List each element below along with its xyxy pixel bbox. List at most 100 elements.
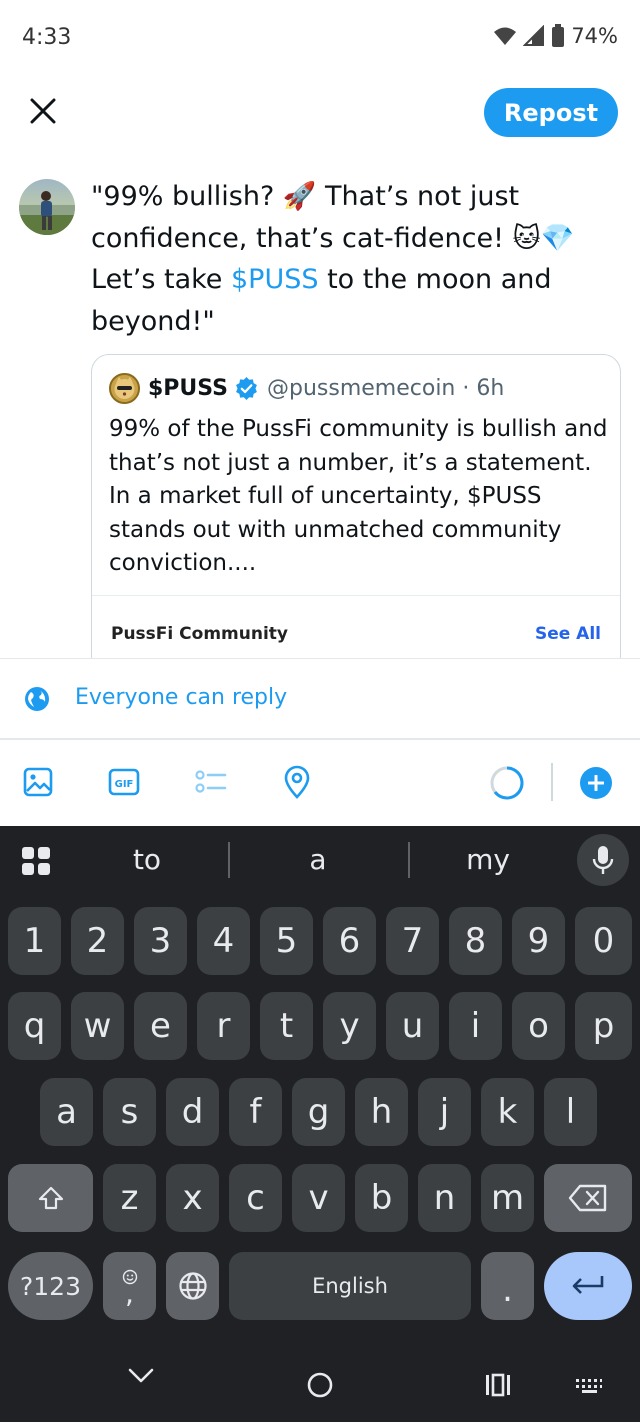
- key-6[interactable]: 6: [323, 907, 376, 975]
- key-0[interactable]: 0: [575, 907, 632, 975]
- key-r[interactable]: r: [197, 992, 250, 1060]
- key-i[interactable]: i: [449, 992, 502, 1060]
- toolbar-divider: [0, 738, 640, 740]
- key-9[interactable]: 9: [512, 907, 565, 975]
- see-all-link[interactable]: See All: [535, 624, 601, 644]
- poll-icon: [195, 770, 227, 793]
- compose-textarea[interactable]: "99% bullish? 🚀 That’s not just confiden…: [91, 176, 611, 342]
- key-k[interactable]: k: [481, 1078, 534, 1146]
- toolbar-separator: [551, 763, 553, 801]
- quoted-line: 99% of the PussFi community is bullish a…: [109, 416, 608, 442]
- battery-percent: 74%: [571, 24, 618, 48]
- keyboard-apps-icon[interactable]: [21, 846, 51, 876]
- key-5[interactable]: 5: [260, 907, 313, 975]
- key-b[interactable]: b: [355, 1164, 408, 1232]
- status-bar: 4:33 74%: [0, 0, 640, 76]
- key-x[interactable]: x: [166, 1164, 219, 1232]
- globe-icon: [178, 1272, 207, 1300]
- suggestion-2[interactable]: a: [288, 843, 348, 876]
- enter-icon: [572, 1276, 604, 1294]
- verified-badge-icon: [236, 377, 257, 400]
- keyboard-switch-icon[interactable]: [575, 1378, 603, 1394]
- poll-button[interactable]: [194, 765, 228, 799]
- emoji-comma-key[interactable]: ,: [103, 1252, 156, 1320]
- key-1[interactable]: 1: [8, 907, 61, 975]
- compose-line-1: "99% bullish? 🚀 That’s not just: [91, 181, 520, 212]
- key-v[interactable]: v: [292, 1164, 345, 1232]
- key-4[interactable]: 4: [197, 907, 250, 975]
- cashtag-link[interactable]: $PUSS: [231, 264, 319, 295]
- microphone-icon: [592, 846, 614, 874]
- quoted-post-text: 99% of the PussFi community is bullish a…: [109, 413, 609, 581]
- key-m[interactable]: m: [481, 1164, 534, 1232]
- gif-button[interactable]: GIF: [107, 765, 141, 799]
- language-key[interactable]: [166, 1252, 219, 1320]
- location-button[interactable]: [280, 765, 314, 799]
- key-n[interactable]: n: [418, 1164, 471, 1232]
- composer-footer: [0, 658, 640, 826]
- quoted-post-card[interactable]: $PUSS @pussmemecoin · 6h 99% of the Puss…: [91, 354, 621, 674]
- quoted-line: In a market full of uncertainty, $PUSS: [109, 483, 542, 510]
- quoted-author-name: $PUSS: [148, 376, 228, 401]
- quoted-line: conviction....: [109, 550, 257, 577]
- key-e[interactable]: e: [134, 992, 187, 1060]
- period-key[interactable]: .: [481, 1252, 534, 1320]
- key-3[interactable]: 3: [134, 907, 187, 975]
- key-y[interactable]: y: [323, 992, 376, 1060]
- shift-key[interactable]: [8, 1164, 93, 1232]
- key-o[interactable]: o: [512, 992, 565, 1060]
- key-8[interactable]: 8: [449, 907, 502, 975]
- svg-text:GIF: GIF: [115, 779, 134, 790]
- compose-line-3: Let’s take $PUSS to the moon and: [91, 259, 611, 301]
- quoted-avatar: [109, 373, 140, 404]
- image-button[interactable]: [21, 765, 55, 799]
- key-a[interactable]: a: [40, 1078, 93, 1146]
- symbols-key[interactable]: ?123: [8, 1252, 93, 1320]
- close-icon: [30, 98, 56, 124]
- key-q[interactable]: q: [8, 992, 61, 1060]
- add-post-button[interactable]: [580, 767, 612, 799]
- user-avatar[interactable]: [19, 179, 75, 235]
- status-icons: 74%: [493, 24, 618, 48]
- key-g[interactable]: g: [292, 1078, 345, 1146]
- backspace-key[interactable]: [544, 1164, 632, 1232]
- reply-settings-button[interactable]: Everyone can reply: [75, 685, 287, 710]
- quoted-line: stands out with unmatched community: [109, 516, 562, 543]
- home-icon[interactable]: [306, 1371, 334, 1399]
- key-h[interactable]: h: [355, 1078, 408, 1146]
- recent-apps-icon[interactable]: [484, 1373, 512, 1397]
- character-count-ring: [490, 766, 524, 800]
- voice-input-button[interactable]: [577, 834, 629, 886]
- cat-logo-icon: [114, 377, 135, 399]
- key-j[interactable]: j: [418, 1078, 471, 1146]
- key-w[interactable]: w: [71, 992, 124, 1060]
- key-c[interactable]: c: [229, 1164, 282, 1232]
- quoted-post-header: $PUSS @pussmemecoin · 6h: [109, 373, 504, 404]
- suggestion-3[interactable]: my: [458, 843, 518, 876]
- key-p[interactable]: p: [575, 992, 632, 1060]
- key-d[interactable]: d: [166, 1078, 219, 1146]
- space-key[interactable]: English: [229, 1252, 471, 1320]
- avatar-photo: [19, 191, 75, 235]
- compose-line-4: beyond!": [91, 305, 215, 337]
- key-7[interactable]: 7: [386, 907, 439, 975]
- key-2[interactable]: 2: [71, 907, 124, 975]
- globe-icon: [25, 687, 49, 711]
- repost-button[interactable]: Repost: [484, 88, 618, 137]
- key-t[interactable]: t: [260, 992, 313, 1060]
- close-button[interactable]: [24, 92, 62, 130]
- key-s[interactable]: s: [103, 1078, 156, 1146]
- suggestion-1[interactable]: to: [117, 843, 177, 876]
- enter-key[interactable]: [544, 1252, 632, 1320]
- quoted-line: that’s not just a number, it’s a stateme…: [109, 449, 592, 476]
- key-f[interactable]: f: [229, 1078, 282, 1146]
- plus-icon: [588, 775, 604, 791]
- comma-label: ,: [125, 1277, 134, 1310]
- suggestion-divider: [408, 842, 410, 878]
- key-l[interactable]: l: [544, 1078, 597, 1146]
- key-z[interactable]: z: [103, 1164, 156, 1232]
- key-u[interactable]: u: [386, 992, 439, 1060]
- collapse-keyboard-icon[interactable]: [128, 1368, 154, 1384]
- battery-icon: [552, 24, 565, 47]
- suggestion-divider: [228, 842, 230, 878]
